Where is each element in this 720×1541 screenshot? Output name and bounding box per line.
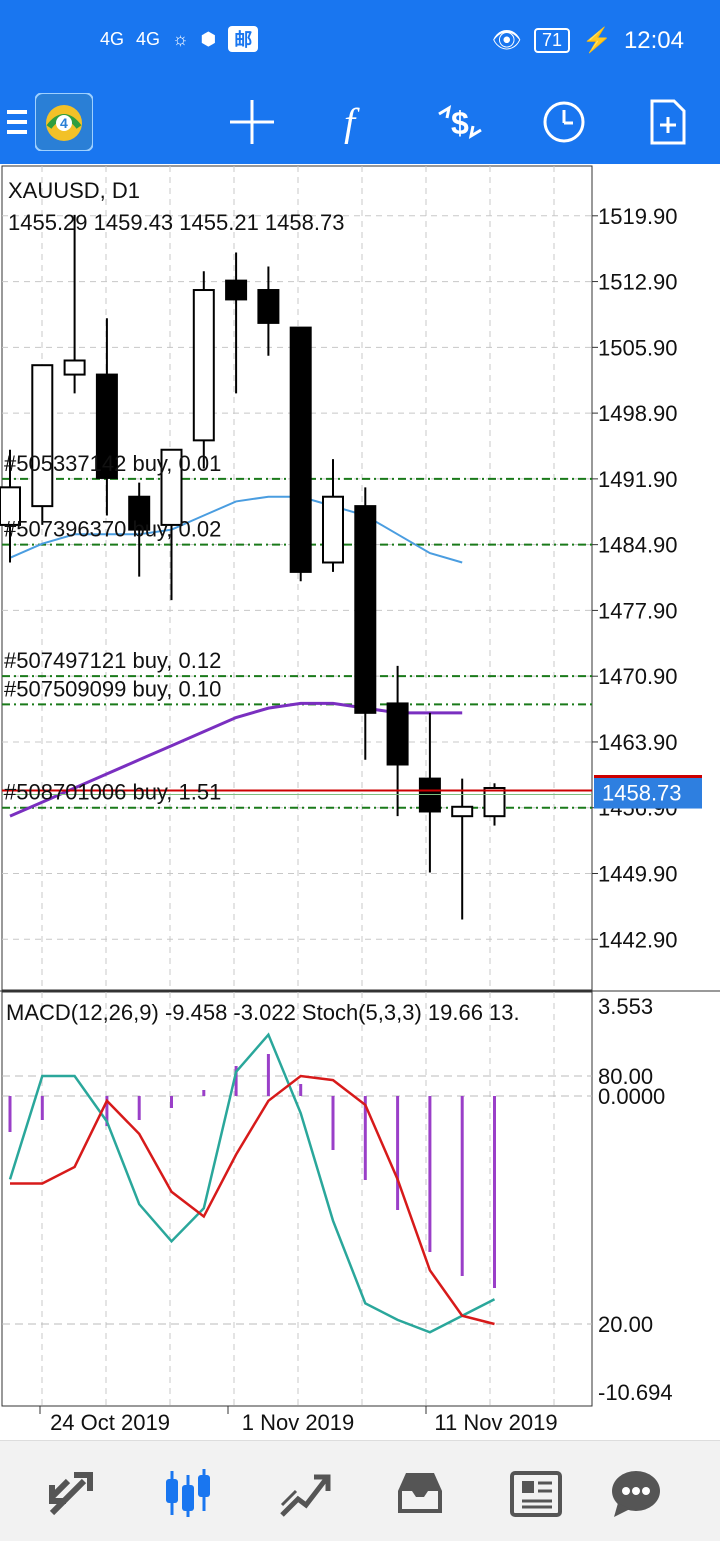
price-tick-label: 1491.90 (598, 467, 678, 492)
quotes-arrows-icon (49, 1472, 93, 1516)
indicator-pane-frame (1, 991, 593, 1407)
price-tick-label: 1470.90 (598, 664, 678, 689)
battery-indicator: 71 (534, 28, 571, 53)
nav-chat[interactable] (604, 1461, 668, 1525)
current-price-label: 1458.73 (602, 781, 682, 806)
stoch-20-label: 20.00 (598, 1312, 653, 1337)
app-toolbar: 4 f $ (0, 80, 720, 164)
metatrader-4-icon: 4 (35, 93, 93, 151)
new-document-icon (650, 99, 686, 145)
candle-body (354, 505, 377, 714)
price-tick-label: 1463.90 (598, 730, 678, 755)
app-logo-button[interactable]: 4 (32, 90, 96, 154)
dollar-exchange-icon: $ (438, 104, 482, 141)
chart-area[interactable]: 1519.90 1512.90 1505.90 1498.90 1491.90 1484.… (0, 164, 720, 1440)
crosshair-button[interactable] (220, 90, 284, 154)
candle-body (63, 359, 86, 376)
bottom-navigation (0, 1440, 720, 1541)
candlestick-chart-icon (166, 1469, 210, 1517)
signal-icon: 4G (136, 28, 161, 49)
status-bar: 4G 4G ☼ ⬢ 邮 👁 71 ⚡ 12:04 (0, 0, 720, 80)
function-icon: f (344, 100, 360, 144)
crosshair-icon (230, 100, 274, 144)
hamburger-icon (7, 110, 27, 134)
svg-text:4: 4 (60, 115, 68, 131)
status-left: 4G 4G ☼ ⬢ 邮 (100, 26, 259, 52)
date-label: 24 Oct 2019 (50, 1410, 170, 1435)
candle-body (192, 289, 215, 442)
price-tick-label: 1519.90 (598, 204, 678, 229)
main-pane-frame (1, 165, 593, 991)
candle-body (418, 777, 441, 813)
eye-icon: 👁 (491, 27, 523, 54)
clock-time: 12:04 (623, 26, 684, 54)
trend-arrow-icon (280, 1474, 331, 1517)
nav-chart[interactable] (156, 1461, 220, 1525)
indicators-button[interactable]: f (324, 90, 388, 154)
candle-body (386, 702, 409, 766)
ohlc-label: 1455.29 1459.43 1455.21 1458.73 (8, 210, 345, 235)
price-tick-label: 1449.90 (598, 861, 678, 886)
stoch-k-line (8, 1032, 496, 1334)
brightness-icon: ☼ (172, 28, 189, 49)
candle-body (289, 326, 312, 573)
clock-icon (543, 101, 585, 143)
order-label: #507497121 buy, 0.12 (4, 648, 221, 673)
timeframe-button[interactable] (532, 90, 596, 154)
price-tick-label: 1477.90 (598, 598, 678, 623)
price-tick-label: 1442.90 (598, 927, 678, 952)
candle-body (225, 279, 248, 301)
stoch-d-line (10, 1074, 495, 1326)
price-tick-label: 1484.90 (598, 533, 678, 558)
candle-body (483, 786, 506, 818)
svg-text:f: f (344, 100, 360, 144)
price-tick-label: 1498.90 (598, 401, 678, 426)
candle-body (322, 495, 344, 564)
candle-body (451, 805, 474, 818)
symbols-button[interactable]: $ (428, 90, 492, 154)
signal-icon: 4G (100, 28, 125, 49)
svg-text:$: $ (451, 105, 469, 141)
order-label: #507396370 buy, 0.02 (4, 517, 221, 542)
nav-quotes[interactable] (40, 1461, 104, 1525)
wifi-icon: ⚡ (582, 27, 612, 54)
newspaper-icon (510, 1471, 562, 1517)
indicator-label: MACD(12,26,9) -9.458 -3.022 Stoch(5,3,3)… (6, 1000, 520, 1025)
order-label: #507509099 buy, 0.10 (4, 676, 221, 701)
nav-history[interactable] (388, 1461, 452, 1525)
date-label: 1 Nov 2019 (242, 1410, 355, 1435)
indicator-bottom-value: -10.694 (598, 1380, 673, 1405)
candle-body (257, 289, 280, 324)
indicator-top-value: 3.553 (598, 994, 653, 1019)
price-chart[interactable]: 1519.90 1512.90 1505.90 1498.90 1491.90 1484.… (0, 164, 720, 1440)
app-badge-icon: 邮 (228, 26, 259, 52)
order-label: #508701006 buy, 1.51 (4, 780, 221, 805)
candle-body (31, 364, 54, 508)
price-tick-label: 1505.90 (598, 335, 678, 360)
new-order-button[interactable] (636, 90, 700, 154)
date-label: 11 Nov 2019 (434, 1410, 557, 1435)
order-label: #505337142 buy, 0.01 (4, 451, 221, 476)
nav-trade[interactable] (272, 1461, 336, 1525)
status-right: 👁 71 ⚡ 12:04 (492, 26, 684, 55)
inbox-tray-icon (398, 1473, 442, 1513)
price-tick-label: 1512.90 (598, 270, 678, 295)
chat-bubble-icon (612, 1471, 660, 1517)
macd-zero-label: 0.0000 (598, 1084, 665, 1109)
nav-news[interactable] (504, 1461, 568, 1525)
symbol-label: XAUUSD, D1 (8, 178, 141, 203)
shield-icon: ⬢ (200, 28, 217, 49)
